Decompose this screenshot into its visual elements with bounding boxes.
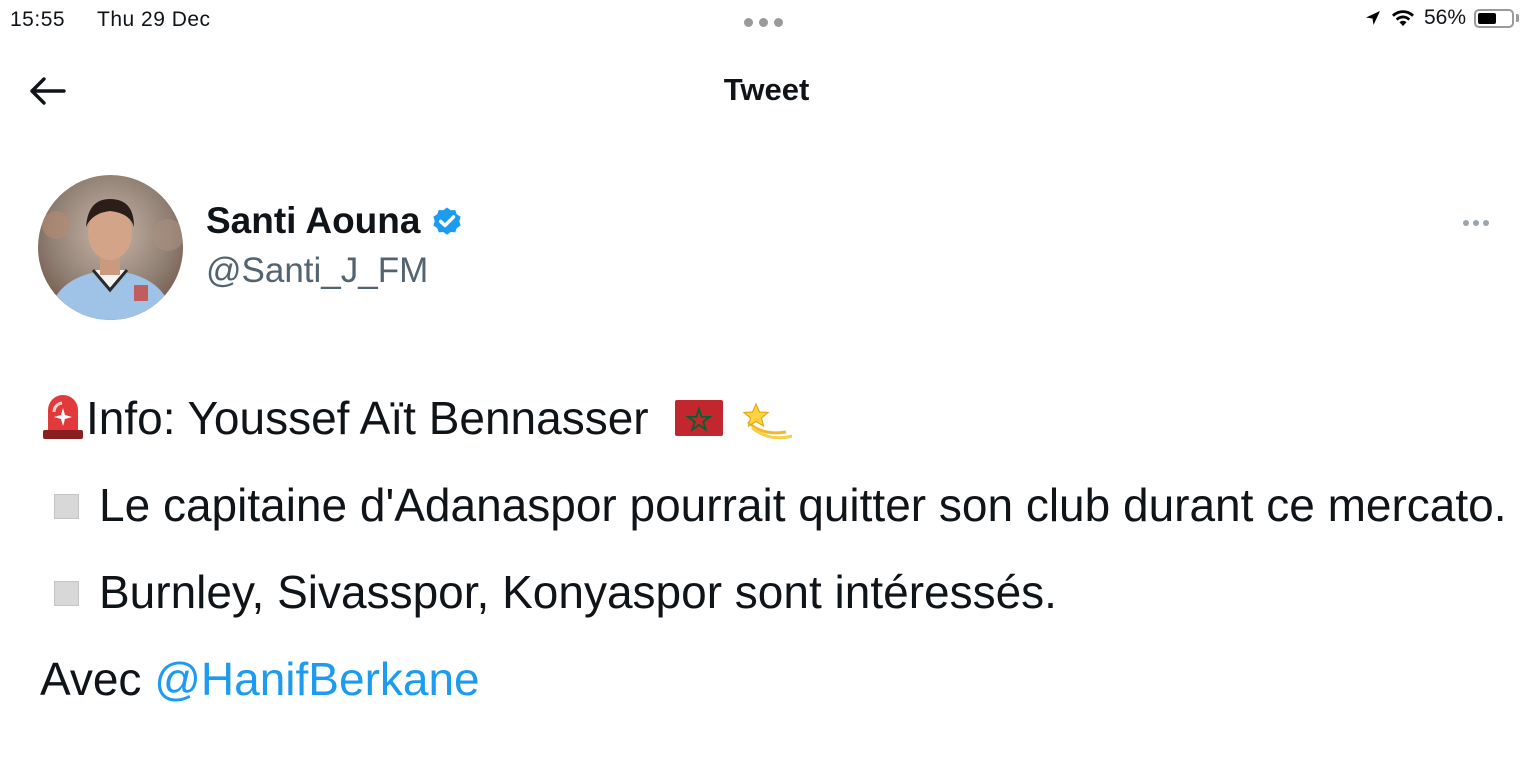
status-bar: 15:55 Thu 29 Dec 56% bbox=[0, 0, 1533, 40]
dizzy-star-icon bbox=[742, 402, 793, 440]
more-options-icon[interactable] bbox=[1458, 210, 1494, 236]
status-indicators: 56% bbox=[1364, 6, 1519, 30]
tweet-line-info: Info: Youssef Aït Bennasser bbox=[40, 384, 1510, 453]
tweet-line-clubs: Burnley, Sivasspor, Konyaspor sont intér… bbox=[40, 558, 1510, 627]
white-square-icon bbox=[54, 581, 79, 606]
tweet-header: Tweet bbox=[0, 55, 1533, 125]
tweet-line-avec-prefix: Avec bbox=[40, 653, 142, 705]
verified-badge-icon bbox=[433, 207, 462, 235]
white-square-icon bbox=[54, 494, 79, 519]
avatar-image bbox=[38, 175, 183, 320]
author-handle[interactable]: @Santi_J_FM bbox=[206, 251, 428, 291]
avatar[interactable] bbox=[38, 175, 183, 320]
page-title: Tweet bbox=[723, 72, 810, 107]
tweet-line-avec: Avec @HanifBerkane bbox=[40, 645, 1510, 714]
status-time: 15:55 bbox=[10, 8, 66, 31]
mention-link[interactable]: @HanifBerkane bbox=[154, 653, 479, 705]
morocco-flag-icon bbox=[675, 400, 724, 436]
author-name-label: Santi Aouna bbox=[206, 200, 421, 241]
tweet-line-captain-text: Le capitaine d'Adanaspor pourrait quitte… bbox=[99, 479, 1507, 531]
location-arrow-icon bbox=[1365, 11, 1380, 25]
tweet-line-captain: Le capitaine d'Adanaspor pourrait quitte… bbox=[40, 471, 1510, 540]
multitasking-dots-icon[interactable] bbox=[744, 18, 783, 27]
status-date: Thu 29 Dec bbox=[97, 8, 211, 31]
tweet-line-info-text: Info: Youssef Aït Bennasser bbox=[86, 392, 649, 444]
battery-percent: 56% bbox=[1423, 6, 1466, 29]
wifi-icon bbox=[1391, 10, 1414, 26]
author-name[interactable]: Santi Aouna bbox=[206, 200, 464, 242]
battery-tip bbox=[1516, 14, 1519, 22]
rotating-light-icon bbox=[43, 395, 83, 439]
battery-icon bbox=[1474, 8, 1514, 28]
tweet-text: Info: Youssef Aït Bennasser Le capitaine… bbox=[40, 384, 1510, 714]
tweet-line-clubs-text: Burnley, Sivasspor, Konyaspor sont intér… bbox=[99, 566, 1057, 618]
